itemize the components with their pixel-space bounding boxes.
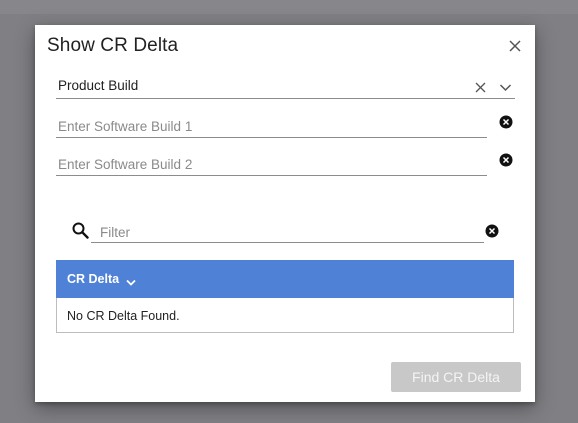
dialog-title: Show CR Delta bbox=[47, 35, 179, 56]
cr-delta-table: CR Delta No CR Delta Found. bbox=[56, 260, 514, 333]
software-build-1-field bbox=[56, 114, 487, 138]
software-build-1-input[interactable] bbox=[58, 116, 483, 136]
backdrop-overlay bbox=[0, 0, 578, 14]
clear-circle-icon[interactable] bbox=[499, 115, 513, 129]
empty-table-message: No CR Delta Found. bbox=[67, 309, 180, 323]
find-cr-delta-button[interactable]: Find CR Delta bbox=[391, 362, 521, 392]
build-type-selected-value: Product Build bbox=[58, 78, 139, 93]
software-build-2-input[interactable] bbox=[58, 154, 483, 174]
show-cr-delta-dialog: Show CR Delta Product Build Enter Softwa… bbox=[35, 25, 535, 402]
software-build-2-field bbox=[56, 152, 487, 176]
search-icon bbox=[72, 222, 89, 239]
filter-field bbox=[91, 219, 484, 243]
clear-circle-icon[interactable] bbox=[499, 153, 513, 167]
filter-input[interactable] bbox=[100, 222, 480, 242]
clear-x-icon[interactable] bbox=[475, 80, 486, 93]
column-header-cr-delta[interactable]: CR Delta bbox=[56, 260, 514, 298]
column-header-label: CR Delta bbox=[67, 272, 120, 286]
chevron-down-icon[interactable] bbox=[499, 80, 512, 92]
close-icon[interactable] bbox=[507, 38, 523, 54]
chevron-down-icon[interactable] bbox=[126, 274, 136, 286]
build-type-select[interactable]: Product Build bbox=[56, 71, 515, 99]
clear-circle-icon[interactable] bbox=[485, 224, 499, 238]
